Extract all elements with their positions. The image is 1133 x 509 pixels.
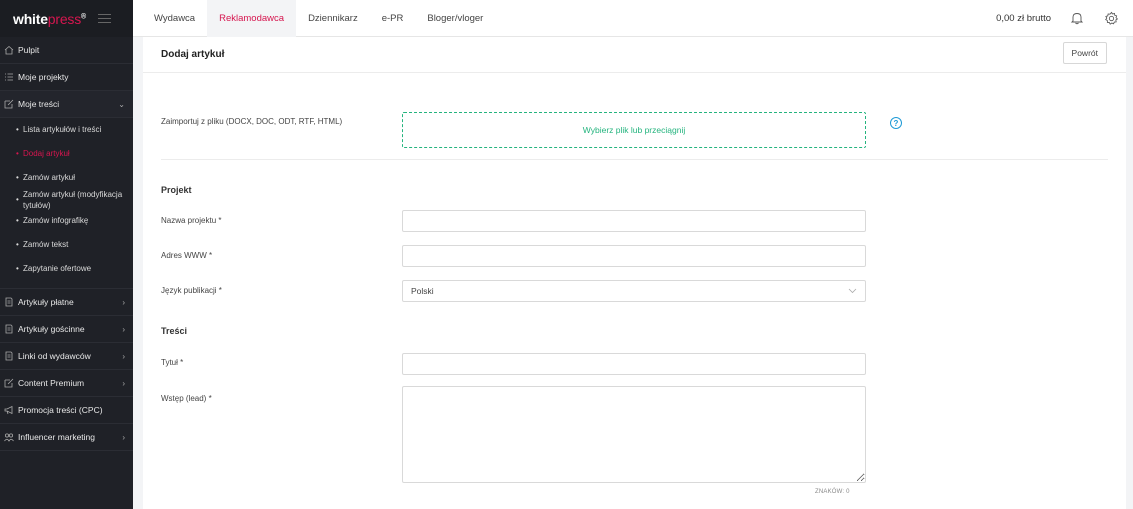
section-title-content: Treści (161, 326, 188, 336)
sidebar-item-label: Content Premium (18, 378, 85, 388)
sidebar-item-label: Artykuły płatne (18, 297, 74, 307)
website-input[interactable] (402, 245, 866, 267)
sidebar-item-linki[interactable]: Linki od wydawców › (0, 343, 133, 370)
sidebar-item-moje-projekty[interactable]: Moje projekty (0, 64, 133, 91)
import-label: Zaimportuj z pliku (DOCX, DOC, ODT, RTF,… (161, 117, 343, 126)
home-icon (4, 45, 14, 55)
sidebar-nav: Pulpit Moje projekty Moje treści ⌄ (0, 37, 133, 118)
sidebar-nav-lower: Artykuły płatne › Artykuły gościnne › Li… (0, 288, 133, 451)
back-button[interactable]: Powrót (1062, 42, 1107, 64)
sidebar-item-label: Linki od wydawców (18, 351, 91, 361)
sidebar-item-promocja[interactable]: Promocja treści (CPC) (0, 397, 133, 424)
sidebar-subitem-label: Zamów infografikę (23, 216, 89, 225)
title-input[interactable] (402, 353, 866, 375)
sidebar-subitem-zamow-artykul-mod[interactable]: • Zamów artykuł (modyfikacja tytułów) (0, 189, 133, 215)
list-icon (4, 72, 14, 82)
project-name-input[interactable] (402, 210, 866, 232)
logo-main: white (13, 10, 48, 27)
sidebar-item-content-premium[interactable]: Content Premium › (0, 370, 133, 397)
sidebar-item-artykuly-platne[interactable]: Artykuły płatne › (0, 289, 133, 316)
logo-accent: press (47, 10, 82, 27)
language-select-value: Polski (411, 286, 434, 296)
title-label: Tytuł * (161, 358, 184, 367)
dropzone-text: Wybierz plik lub przeciągnij (582, 125, 686, 135)
sidebar-subitem-zapytanie[interactable]: • Zapytanie ofertowe (0, 263, 133, 288)
bell-icon[interactable] (1069, 10, 1085, 26)
megaphone-icon (4, 405, 14, 415)
tab-bloger-vloger[interactable]: Bloger/vloger (415, 0, 495, 37)
sidebar-item-influencer[interactable]: Influencer marketing › (0, 424, 133, 451)
language-select[interactable]: Polski (402, 280, 866, 302)
people-icon (4, 432, 14, 442)
sidebar-subitem-dodaj-artykul[interactable]: • Dodaj artykuł (0, 148, 133, 172)
project-name-label: Nazwa projektu * (161, 216, 222, 225)
sidebar: whitepress® Pulpit Moje projekty Moje tr… (0, 0, 133, 509)
sidebar-item-label: Moje treści (18, 99, 60, 109)
sidebar-subitem-label: Dodaj artykuł (23, 149, 70, 158)
sidebar-item-label: Artykuły gościnne (18, 324, 85, 334)
top-navigation: Wydawca Reklamodawca Dziennikarz e-PR Bl… (133, 0, 1133, 37)
character-counter: ZNAKÓW: 0 (815, 489, 850, 495)
sidebar-subitem-zamow-artykul[interactable]: • Zamów artykuł (0, 172, 133, 189)
sidebar-item-artykuly-goscinne[interactable]: Artykuły gościnne › (0, 316, 133, 343)
lead-textarea[interactable] (402, 386, 866, 483)
bullet: • (16, 195, 19, 204)
section-title-project: Projekt (161, 185, 192, 195)
edit-icon (4, 378, 14, 388)
chevron-right-icon: › (122, 351, 125, 361)
document-icon (4, 297, 14, 307)
website-label: Adres WWW * (161, 251, 213, 260)
chevron-down-icon (848, 286, 857, 296)
main-content: Dodaj artykuł Powrót Zaimportuj z pliku … (143, 37, 1126, 509)
logo-mark: ® (81, 12, 86, 20)
chevron-right-icon: › (122, 432, 125, 442)
sidebar-subitem-label: Zamów tekst (23, 240, 69, 249)
sidebar-subitem-label: Zamów artykuł (23, 173, 76, 182)
chevron-down-icon: ⌄ (118, 99, 125, 109)
document-icon (4, 324, 14, 334)
lead-label: Wstęp (lead) * (161, 394, 212, 403)
bullet: • (16, 264, 19, 273)
chevron-right-icon: › (122, 297, 125, 307)
sidebar-subitem-label: Zamów artykuł (modyfikacja tytułów) (23, 190, 123, 210)
file-dropzone[interactable]: Wybierz plik lub przeciągnij (402, 112, 866, 148)
edit-icon (4, 99, 14, 109)
logo-bar: whitepress® (0, 0, 133, 37)
sidebar-item-moje-tresci[interactable]: Moje treści ⌄ (0, 91, 133, 118)
tab-reklamodawca[interactable]: Reklamodawca (207, 0, 297, 37)
help-icon[interactable]: ? (890, 117, 902, 129)
bullet: • (16, 216, 19, 225)
sidebar-subitem-infografika[interactable]: • Zamów infografikę (0, 215, 133, 239)
account-balance[interactable]: 0,00 zł brutto (996, 13, 1051, 24)
gear-icon[interactable] (1103, 10, 1119, 26)
page-header: Dodaj artykuł Powrót (143, 37, 1126, 73)
sidebar-subitem-label: Lista artykułów i treści (23, 125, 102, 134)
sidebar-item-label: Pulpit (18, 45, 40, 55)
topbar-right: 0,00 zł brutto (996, 0, 1133, 37)
tab-dziennikarz[interactable]: Dziennikarz (296, 0, 370, 37)
tab-e-pr[interactable]: e-PR (370, 0, 416, 37)
tab-wydawca[interactable]: Wydawca (133, 0, 207, 37)
sidebar-subitem-lista[interactable]: • Lista artykułów i treści (0, 124, 133, 148)
sidebar-submenu: • Lista artykułów i treści • Dodaj artyk… (0, 118, 133, 288)
menu-toggle-icon[interactable] (98, 14, 111, 23)
page-title: Dodaj artykuł (161, 49, 225, 60)
bullet: • (16, 240, 19, 249)
sidebar-subitem-label: Zapytanie ofertowe (23, 264, 92, 273)
bullet: • (16, 173, 19, 182)
divider (161, 159, 1108, 160)
language-label: Język publikacji * (161, 286, 222, 295)
sidebar-subitem-tekst[interactable]: • Zamów tekst (0, 239, 133, 263)
sidebar-item-pulpit[interactable]: Pulpit (0, 37, 133, 64)
chevron-right-icon: › (122, 324, 125, 334)
bullet: • (16, 149, 19, 158)
sidebar-item-label: Influencer marketing (18, 432, 96, 442)
document-icon (4, 351, 14, 361)
logo[interactable]: whitepress® (13, 11, 86, 27)
chevron-right-icon: › (122, 378, 125, 388)
sidebar-item-label: Promocja treści (CPC) (18, 405, 103, 415)
bullet: • (16, 125, 19, 134)
sidebar-item-label: Moje projekty (18, 72, 69, 82)
